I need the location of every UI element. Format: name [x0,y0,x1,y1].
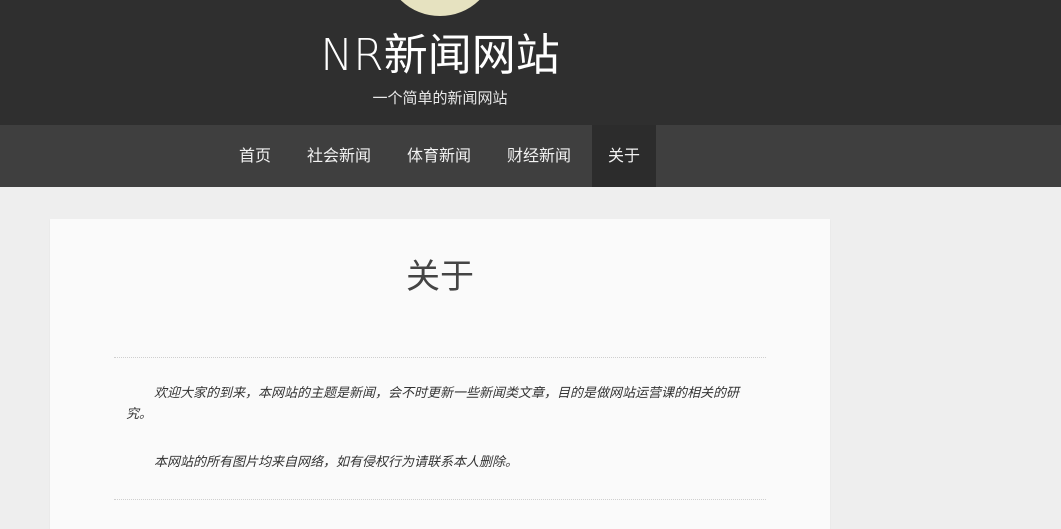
site-description: 一个简单的新闻网站 [372,89,508,107]
page-title: 关于 [406,257,474,297]
nav-item-home[interactable]: 首页 [222,125,288,187]
site-title[interactable]: NR新闻网站 [240,28,640,84]
nav-item-finance-news[interactable]: 财经新闻 [490,125,588,187]
site-header: NR新闻网站 一个简单的新闻网站 [0,0,1061,125]
nav-item-about[interactable]: 关于 [592,125,656,187]
site-logo[interactable] [385,0,495,16]
logo-swoosh-graphic [385,0,442,16]
copyright-paragraph: 本网站的所有图片均来自网络，如有侵权行为请联系本人删除。 [154,455,519,470]
top-divider [114,357,766,358]
nav-item-sports-news[interactable]: 体育新闻 [390,125,488,187]
main-navigation: 首页 社会新闻 体育新闻 财经新闻 关于 [0,125,1061,187]
bottom-divider [114,499,766,500]
nav-item-society-news[interactable]: 社会新闻 [290,125,388,187]
content-card: 关于 欢迎大家的到来，本网站的主题是新闻，会不时更新一些新闻类文章，目的是做网站… [50,219,830,529]
intro-paragraph: 欢迎大家的到来，本网站的主题是新闻，会不时更新一些新闻类文章，目的是做网站运营课… [126,386,740,422]
